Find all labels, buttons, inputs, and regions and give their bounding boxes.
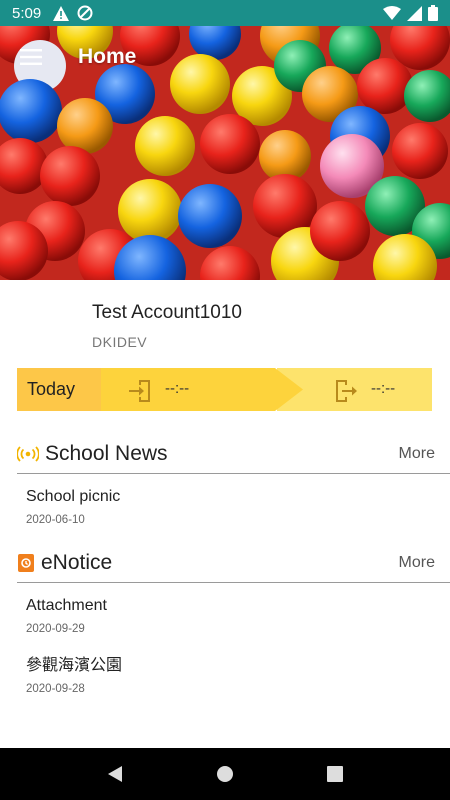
school-code: DKIDEV [92,334,148,350]
hamburger-menu-icon[interactable] [0,26,62,88]
notice-item-date: 2020-09-29 [26,623,85,635]
back-icon[interactable] [107,765,123,783]
system-navigation-bar [0,748,450,800]
battery-icon [428,5,438,21]
data-saver-icon [77,5,93,21]
enotice-title: eNotice [41,550,113,574]
check-out-icon [336,380,357,402]
news-item-title: School picnic [26,488,121,505]
notice-item-title: Attachment [26,597,107,614]
attendance-bar: --:-- --:-- Today [17,368,432,411]
profile-block: Test Account1010 DKIDEV [92,302,242,350]
today-label: Today [17,368,101,411]
check-in-time: --:-- [165,380,190,397]
page-title: Home [78,45,137,68]
list-item[interactable]: 參觀海濱公園 2020-09-28 [26,651,122,695]
enotice-header: eNotice More [17,543,450,583]
news-item-date: 2020-06-10 [26,514,85,526]
account-name: Test Account1010 [92,302,242,323]
enotice-icon [18,553,34,572]
list-item[interactable]: School picnic 2020-06-10 [26,488,120,526]
school-news-header: School News More [17,434,450,474]
school-news-more-link[interactable]: More [399,445,435,463]
notice-item-title: 參觀海濱公園 [26,657,123,674]
school-news-title: School News [45,441,168,465]
status-time: 5:09 [12,4,42,22]
broadcast-icon [17,445,39,462]
list-item[interactable]: Attachment 2020-09-29 [26,597,107,635]
app-bar: Home [0,26,450,88]
status-bar: 5:09 [0,0,450,26]
recents-icon[interactable] [327,766,344,782]
signal-icon [407,5,422,21]
warning-icon [53,5,70,21]
home-icon[interactable] [216,765,234,783]
check-in-icon [129,380,150,402]
notice-item-date: 2020-09-28 [26,683,85,695]
check-out-time: --:-- [371,380,396,397]
enotice-more-link[interactable]: More [399,554,435,572]
wifi-icon [383,6,401,20]
